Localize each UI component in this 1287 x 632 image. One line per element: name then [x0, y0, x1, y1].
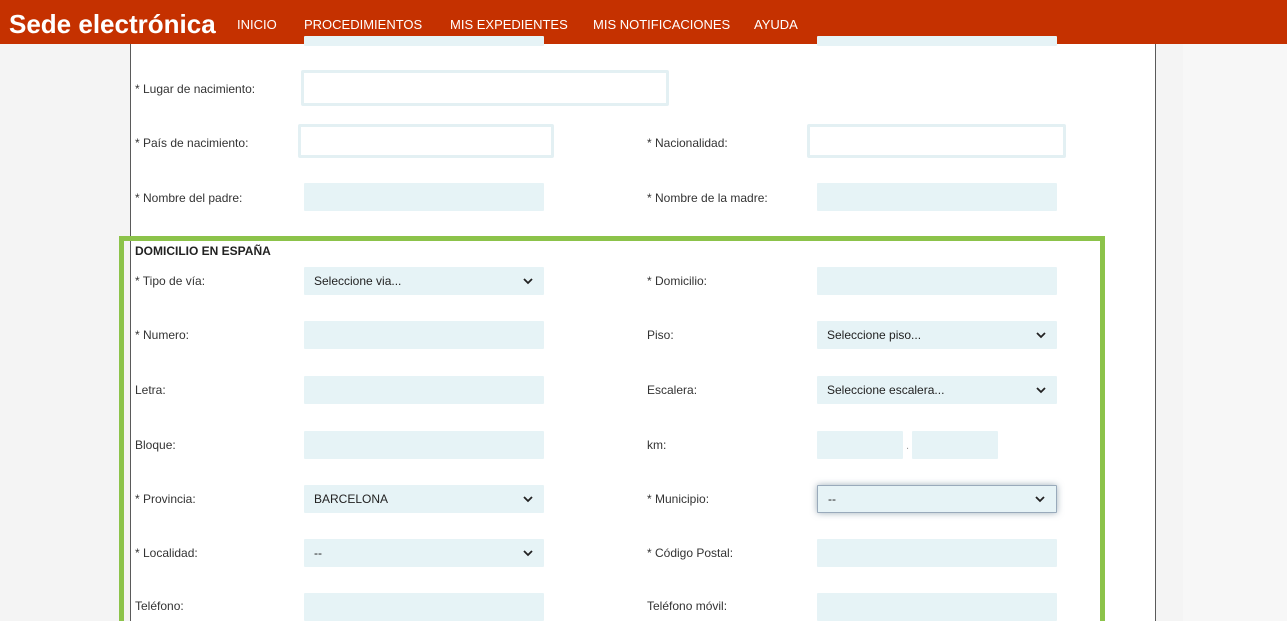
telefono-movil-input[interactable] — [817, 593, 1057, 621]
nombre-madre-input[interactable] — [817, 183, 1057, 211]
hidden-field-left — [304, 36, 544, 46]
label-escalera: Escalera: — [647, 383, 698, 397]
lugar-nacimiento-input[interactable] — [301, 70, 669, 106]
chevron-down-icon — [522, 547, 534, 559]
nav-procedimientos[interactable]: PROCEDIMIENTOS — [304, 17, 422, 33]
nombre-padre-input[interactable] — [304, 183, 544, 211]
chevron-down-icon — [522, 275, 534, 287]
hidden-field-right — [817, 36, 1057, 46]
escalera-select[interactable]: Seleccione escalera... — [817, 376, 1057, 404]
localidad-select[interactable]: -- — [304, 539, 544, 567]
label-pais-nacimiento: * País de nacimiento: — [135, 136, 249, 150]
label-municipio: * Municipio: — [647, 492, 710, 506]
label-numero: * Numero: — [135, 328, 190, 342]
telefono-input[interactable] — [304, 593, 544, 621]
label-localidad: * Localidad: — [135, 546, 198, 560]
municipio-select[interactable]: -- — [817, 485, 1057, 513]
chevron-down-icon — [522, 493, 534, 505]
site-brand[interactable]: Sede electrónica — [9, 9, 216, 39]
codigo-postal-input[interactable] — [817, 539, 1057, 567]
numero-input[interactable] — [304, 321, 544, 349]
label-telefono: Teléfono: — [135, 599, 184, 613]
provincia-select[interactable]: BARCELONA — [304, 485, 544, 513]
label-letra: Letra: — [135, 383, 166, 397]
label-piso: Piso: — [647, 328, 674, 342]
km-decimal-separator: . — [906, 440, 910, 452]
nav-mis-expedientes[interactable]: MIS EXPEDIENTES — [450, 17, 568, 33]
chevron-down-icon — [1035, 329, 1047, 341]
km-decimal-input[interactable] — [912, 431, 998, 459]
chevron-down-icon — [1034, 493, 1046, 505]
tipo-via-value: Seleccione via... — [314, 274, 402, 288]
municipio-value: -- — [828, 492, 836, 506]
page-bottom-edge — [0, 621, 1287, 632]
label-telefono-movil: Teléfono móvil: — [647, 599, 728, 613]
bloque-input[interactable] — [304, 431, 544, 459]
provincia-value: BARCELONA — [314, 492, 389, 506]
label-nombre-madre: * Nombre de la madre: — [647, 191, 768, 205]
right-gutter — [1183, 44, 1287, 624]
label-km: km: — [647, 438, 667, 452]
label-tipo-via: * Tipo de vía: — [135, 274, 206, 288]
nav-mis-notificaciones[interactable]: MIS NOTIFICACIONES — [593, 17, 730, 33]
label-nacionalidad: * Nacionalidad: — [647, 136, 728, 150]
piso-select[interactable]: Seleccione piso... — [817, 321, 1057, 349]
nav-inicio[interactable]: INICIO — [237, 17, 277, 33]
piso-value: Seleccione piso... — [827, 328, 922, 342]
escalera-value: Seleccione escalera... — [827, 383, 945, 397]
letra-input[interactable] — [304, 376, 544, 404]
label-codigo-postal: * Código Postal: — [647, 546, 734, 560]
tipo-via-select[interactable]: Seleccione via... — [304, 267, 544, 295]
domicilio-input[interactable] — [817, 267, 1057, 295]
label-provincia: * Provincia: — [135, 492, 196, 506]
chevron-down-icon — [1035, 384, 1047, 396]
top-navigation-bar: Sede electrónica INICIO PROCEDIMIENTOS M… — [0, 0, 1287, 44]
label-domicilio: * Domicilio: — [647, 274, 708, 288]
localidad-value: -- — [314, 546, 322, 560]
label-lugar-nacimiento: * Lugar de nacimiento: — [135, 82, 256, 96]
nav-ayuda[interactable]: AYUDA — [754, 17, 798, 33]
domicilio-section-title: DOMICILIO EN ESPAÑA — [135, 244, 271, 258]
km-integer-input[interactable] — [817, 431, 903, 459]
nacionalidad-input[interactable] — [807, 124, 1066, 158]
pais-nacimiento-input[interactable] — [298, 124, 554, 158]
label-bloque: Bloque: — [135, 438, 176, 452]
label-nombre-padre: * Nombre del padre: — [135, 191, 243, 205]
